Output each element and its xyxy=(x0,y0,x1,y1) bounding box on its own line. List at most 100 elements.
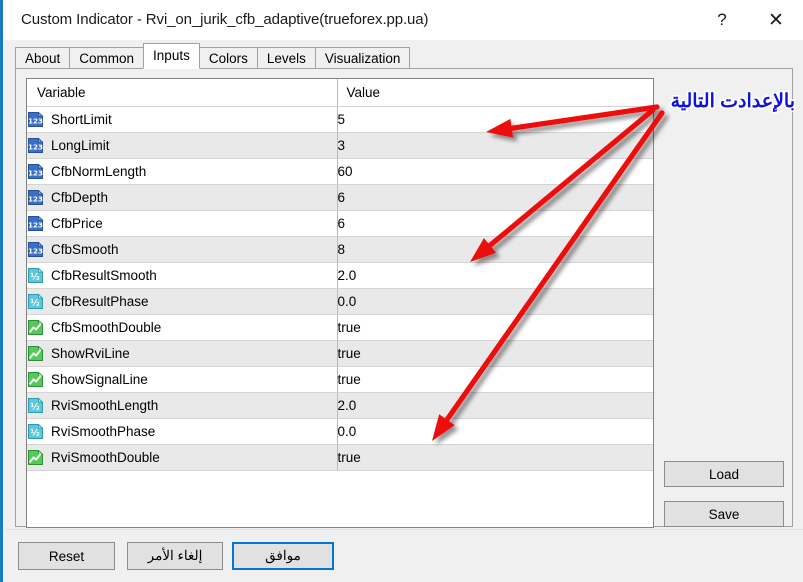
parameter-name-label: CfbResultPhase xyxy=(51,294,149,309)
table-row[interactable]: ½ RviSmoothPhase 0.0 xyxy=(27,418,653,445)
table-row[interactable]: ½ RviSmoothLength 2.0 xyxy=(27,392,653,419)
svg-text:½: ½ xyxy=(30,298,39,309)
table-row[interactable]: CfbSmoothDouble true xyxy=(27,314,653,341)
svg-text:123: 123 xyxy=(28,246,43,255)
parameter-name-cell[interactable]: ShowSignalLine xyxy=(27,366,337,393)
parameter-value-cell[interactable]: 0.0 xyxy=(336,418,653,445)
parameter-value-cell[interactable]: 6 xyxy=(336,184,653,211)
parameter-name-cell[interactable]: 123 CfbNormLength xyxy=(27,158,337,185)
parameter-name-cell[interactable]: 123 LongLimit xyxy=(27,132,337,159)
parameter-name-label: RviSmoothPhase xyxy=(51,424,156,439)
table-row[interactable]: ½ CfbResultPhase 0.0 xyxy=(27,288,653,315)
svg-text:123: 123 xyxy=(28,194,43,203)
parameter-value-cell[interactable]: true xyxy=(336,314,653,341)
tab-colors[interactable]: Colors xyxy=(198,47,258,69)
window-title: Custom Indicator - Rvi_on_jurik_cfb_adap… xyxy=(21,11,429,28)
parameter-value-cell[interactable]: 60 xyxy=(336,158,653,185)
table-row[interactable]: ½ CfbResultSmooth 2.0 xyxy=(27,262,653,289)
parameter-name-cell[interactable]: 123 CfbDepth xyxy=(27,184,337,211)
table-row[interactable]: 123 LongLimit 3 xyxy=(27,132,653,159)
parameter-name-cell[interactable]: 123 ShortLimit xyxy=(27,106,337,133)
parameter-name-cell[interactable]: 123 CfbPrice xyxy=(27,210,337,237)
table-row[interactable]: 123 CfbDepth 6 xyxy=(27,184,653,211)
parameter-value-cell[interactable]: 2.0 xyxy=(336,392,653,419)
double-icon: ½ xyxy=(27,293,44,310)
parameter-name-label: ShowSignalLine xyxy=(51,372,148,387)
double-icon: ½ xyxy=(27,423,44,440)
parameter-name-cell[interactable]: ½ RviSmoothPhase xyxy=(27,418,337,445)
integer-icon: 123 xyxy=(27,111,44,128)
table-header-row: Variable Value xyxy=(27,79,653,107)
table-row[interactable]: ShowRviLine true xyxy=(27,340,653,367)
table-row[interactable]: 123 CfbPrice 6 xyxy=(27,210,653,237)
svg-text:123: 123 xyxy=(28,168,43,177)
parameters-table-container[interactable]: Variable Value 123 ShortLimit 5 123 LongLimi… xyxy=(26,78,654,528)
boolean-icon xyxy=(27,371,44,388)
parameter-name-label: RviSmoothDouble xyxy=(51,450,160,465)
parameter-value-cell[interactable]: true xyxy=(336,444,653,471)
parameter-name-label: RviSmoothLength xyxy=(51,398,159,413)
parameters-table-body: 123 ShortLimit 5 123 LongLimit 3 123 CfbNormLen… xyxy=(27,106,653,471)
table-row[interactable]: 123 CfbNormLength 60 xyxy=(27,158,653,185)
parameter-name-cell[interactable]: 123 CfbSmooth xyxy=(27,236,337,263)
parameter-value-cell[interactable]: 6 xyxy=(336,210,653,237)
parameter-name-cell[interactable]: ½ CfbResultSmooth xyxy=(27,262,337,289)
integer-icon: 123 xyxy=(27,189,44,206)
custom-indicator-dialog: Custom Indicator - Rvi_on_jurik_cfb_adap… xyxy=(0,0,803,582)
parameter-name-label: CfbDepth xyxy=(51,190,109,205)
tab-visualization[interactable]: Visualization xyxy=(314,47,411,69)
table-row[interactable]: ShowSignalLine true xyxy=(27,366,653,393)
table-row[interactable]: 123 ShortLimit 5 xyxy=(27,106,653,133)
load-button[interactable]: Load xyxy=(664,461,784,487)
column-header-value[interactable]: Value xyxy=(336,79,653,107)
parameter-name-cell[interactable]: ½ RviSmoothLength xyxy=(27,392,337,419)
annotation-text: بالإعدادت التالية xyxy=(670,91,795,112)
parameter-name-cell[interactable]: ½ CfbResultPhase xyxy=(27,288,337,315)
parameter-name-label: CfbPrice xyxy=(51,216,103,231)
parameter-value-cell[interactable]: 3 xyxy=(336,132,653,159)
parameter-value-cell[interactable]: 5 xyxy=(336,106,653,133)
parameter-name-label: CfbResultSmooth xyxy=(51,268,157,283)
tab-common[interactable]: Common xyxy=(69,47,145,69)
svg-text:½: ½ xyxy=(30,402,39,413)
inputs-panel: Variable Value 123 ShortLimit 5 123 LongLimi… xyxy=(15,68,793,528)
parameter-name-label: CfbSmoothDouble xyxy=(51,320,162,335)
table-row[interactable]: 123 CfbSmooth 8 xyxy=(27,236,653,263)
parameter-name-label: CfbNormLength xyxy=(51,164,147,179)
ok-button[interactable]: موافق xyxy=(232,542,334,570)
reset-button[interactable]: Reset xyxy=(18,542,115,570)
double-icon: ½ xyxy=(27,397,44,414)
boolean-icon xyxy=(27,449,44,466)
tab-levels[interactable]: Levels xyxy=(256,47,316,69)
parameter-name-cell[interactable]: RviSmoothDouble xyxy=(27,444,337,471)
parameter-name-cell[interactable]: CfbSmoothDouble xyxy=(27,314,337,341)
table-row[interactable]: RviSmoothDouble true xyxy=(27,444,653,471)
column-header-variable[interactable]: Variable xyxy=(27,79,337,107)
help-icon[interactable]: ? xyxy=(699,0,745,40)
close-icon[interactable]: ✕ xyxy=(753,0,799,40)
parameter-value-cell[interactable]: 8 xyxy=(336,236,653,263)
svg-text:123: 123 xyxy=(28,220,43,229)
tab-inputs[interactable]: Inputs xyxy=(143,43,200,69)
svg-text:½: ½ xyxy=(30,272,39,283)
boolean-icon xyxy=(27,319,44,336)
parameter-name-label: ShowRviLine xyxy=(51,346,130,361)
svg-text:½: ½ xyxy=(30,428,39,439)
save-button[interactable]: Save xyxy=(664,501,784,527)
parameter-value-cell[interactable]: true xyxy=(336,340,653,367)
svg-text:123: 123 xyxy=(28,142,43,151)
parameter-name-label: LongLimit xyxy=(51,138,110,153)
parameter-value-cell[interactable]: true xyxy=(336,366,653,393)
cancel-button[interactable]: إلغاء الأمر xyxy=(127,542,223,570)
double-icon: ½ xyxy=(27,267,44,284)
integer-icon: 123 xyxy=(27,163,44,180)
parameter-value-cell[interactable]: 2.0 xyxy=(336,262,653,289)
tab-bar: About Common Inputs Colors Levels Visualizati… xyxy=(15,43,411,69)
tab-about[interactable]: About xyxy=(15,47,71,69)
integer-icon: 123 xyxy=(27,137,44,154)
title-bar: Custom Indicator - Rvi_on_jurik_cfb_adap… xyxy=(3,0,803,40)
parameter-value-cell[interactable]: 0.0 xyxy=(336,288,653,315)
parameter-name-label: ShortLimit xyxy=(51,112,112,127)
parameter-name-cell[interactable]: ShowRviLine xyxy=(27,340,337,367)
integer-icon: 123 xyxy=(27,215,44,232)
